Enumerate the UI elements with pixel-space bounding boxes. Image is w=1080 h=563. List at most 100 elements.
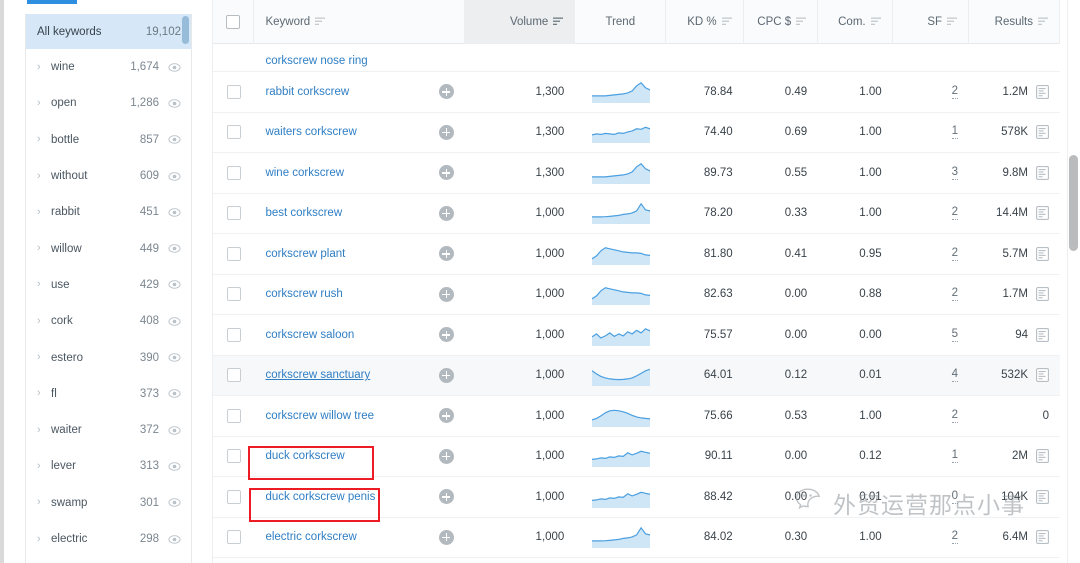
keyword-link[interactable]: rabbit corkscrew (265, 86, 349, 98)
sidebar-item-waiter[interactable]: ›waiter372 (26, 412, 191, 448)
column-header-volume[interactable]: Volume (465, 0, 575, 44)
keyword-link[interactable]: corkscrew rush (265, 288, 342, 300)
table-row[interactable]: corkscrew nose ring (213, 44, 1060, 72)
row-select-cell[interactable] (213, 477, 254, 517)
sf-value[interactable]: 5 (952, 328, 958, 342)
chevron-right-icon[interactable]: › (37, 98, 50, 109)
row-select-cell[interactable] (213, 194, 254, 234)
sf-value[interactable]: 2 (952, 530, 958, 544)
row-select-cell[interactable] (213, 437, 254, 477)
chevron-right-icon[interactable]: › (37, 243, 50, 254)
sidebar-item-bottle[interactable]: ›bottle857 (26, 122, 191, 158)
sidebar-scrollbar-thumb[interactable] (182, 16, 189, 44)
chevron-right-icon[interactable]: › (37, 388, 50, 399)
visibility-toggle[interactable] (168, 353, 181, 362)
visibility-toggle[interactable] (168, 498, 181, 507)
chevron-right-icon[interactable]: › (37, 534, 50, 545)
add-keyword-button[interactable] (439, 449, 454, 464)
visibility-toggle[interactable] (168, 63, 181, 72)
sf-value[interactable]: 2 (952, 85, 958, 99)
serp-report-button[interactable] (1028, 449, 1049, 463)
sidebar-item-swamp[interactable]: ›swamp301 (26, 485, 191, 521)
serp-report-button[interactable] (1028, 166, 1049, 180)
chevron-right-icon[interactable]: › (37, 497, 50, 508)
row-select-cell[interactable] (213, 44, 254, 72)
row-select-cell[interactable] (213, 234, 254, 274)
keyword-link[interactable]: wine corkscrew (265, 167, 344, 179)
sort-icon[interactable] (871, 17, 881, 26)
table-row[interactable]: corkscrew plant1,00081.800.410.9525.7M (213, 234, 1060, 275)
add-keyword-button[interactable] (439, 489, 454, 504)
row-checkbox[interactable] (227, 166, 241, 180)
sidebar-item-use[interactable]: ›use429 (26, 267, 191, 303)
column-header-cpc[interactable]: CPC $ (744, 0, 818, 44)
sort-icon[interactable] (315, 17, 325, 26)
select-all-checkbox[interactable] (226, 15, 240, 29)
serp-report-button[interactable] (1028, 206, 1049, 220)
row-checkbox[interactable] (227, 368, 241, 382)
visibility-toggle[interactable] (168, 426, 181, 435)
add-keyword-button[interactable] (439, 368, 454, 383)
sidebar-item-electric[interactable]: ›electric298 (26, 521, 191, 557)
column-header-kd[interactable]: KD % (666, 0, 743, 44)
page-scrollbar[interactable] (1067, 0, 1080, 563)
sort-icon[interactable] (553, 17, 563, 26)
table-row[interactable]: corkscrew sanctuary1,00064.010.120.01453… (213, 356, 1060, 397)
sidebar-item-willow[interactable]: ›willow449 (26, 230, 191, 266)
sf-value[interactable]: 3 (952, 166, 958, 180)
serp-report-button[interactable] (1028, 368, 1049, 382)
visibility-toggle[interactable] (168, 317, 181, 326)
row-select-cell[interactable] (213, 153, 254, 193)
row-checkbox[interactable] (227, 409, 241, 423)
sf-value[interactable]: 4 (952, 368, 958, 382)
add-keyword-button[interactable] (439, 165, 454, 180)
sf-value[interactable]: 2 (952, 287, 958, 301)
serp-report-button[interactable] (1028, 328, 1049, 342)
row-checkbox[interactable] (227, 530, 241, 544)
sidebar-scrollbar[interactable] (183, 14, 190, 563)
column-header-results[interactable]: Results (969, 0, 1060, 44)
keyword-link[interactable]: corkscrew saloon (265, 329, 354, 341)
sidebar-item-all-keywords[interactable]: All keywords 19,102 (26, 14, 191, 49)
visibility-toggle[interactable] (168, 462, 181, 471)
keyword-link[interactable]: best corkscrew (265, 207, 342, 219)
chevron-right-icon[interactable]: › (37, 425, 50, 436)
chevron-right-icon[interactable]: › (37, 134, 50, 145)
sf-value[interactable]: 0 (952, 490, 958, 504)
row-checkbox[interactable] (227, 247, 241, 261)
keyword-link[interactable]: duck corkscrew penis (265, 491, 375, 503)
sf-value[interactable]: 1 (952, 125, 958, 139)
keyword-link[interactable]: electric corkscrew (265, 531, 356, 543)
row-select-cell[interactable] (213, 396, 254, 436)
visibility-toggle[interactable] (168, 99, 181, 108)
sidebar-item-rabbit[interactable]: ›rabbit451 (26, 194, 191, 230)
serp-report-button[interactable] (1028, 490, 1049, 504)
row-checkbox[interactable] (227, 125, 241, 139)
table-row[interactable]: duck corkscrew penis1,00088.420.000.0101… (213, 477, 1060, 518)
add-keyword-button[interactable] (439, 327, 454, 342)
chevron-right-icon[interactable]: › (37, 171, 50, 182)
visibility-toggle[interactable] (168, 389, 181, 398)
row-select-cell[interactable] (213, 275, 254, 315)
column-header-keyword[interactable]: Keyword (254, 0, 464, 44)
serp-report-button[interactable] (1028, 125, 1049, 139)
chevron-right-icon[interactable]: › (37, 62, 50, 73)
sidebar-item-without[interactable]: ›without609 (26, 158, 191, 194)
visibility-toggle[interactable] (168, 135, 181, 144)
add-keyword-button[interactable] (439, 84, 454, 99)
sidebar-item-cork[interactable]: ›cork408 (26, 303, 191, 339)
keyword-link[interactable]: corkscrew plant (265, 248, 345, 260)
sidebar-item-open[interactable]: ›open1,286 (26, 85, 191, 121)
add-keyword-button[interactable] (439, 287, 454, 302)
add-keyword-button[interactable] (439, 408, 454, 423)
sf-value[interactable]: 2 (952, 409, 958, 423)
chevron-right-icon[interactable]: › (37, 279, 50, 290)
sf-value[interactable]: 2 (952, 247, 958, 261)
sidebar-item-wine[interactable]: ›wine1,674 (26, 49, 191, 85)
visibility-toggle[interactable] (168, 208, 181, 217)
visibility-toggle[interactable] (168, 535, 181, 544)
column-header-trend[interactable]: Trend (575, 0, 666, 44)
row-select-cell[interactable] (213, 518, 254, 558)
table-row[interactable]: wine corkscrew1,30089.730.551.0039.8M (213, 153, 1060, 194)
keyword-link[interactable]: corkscrew willow tree (265, 410, 374, 422)
